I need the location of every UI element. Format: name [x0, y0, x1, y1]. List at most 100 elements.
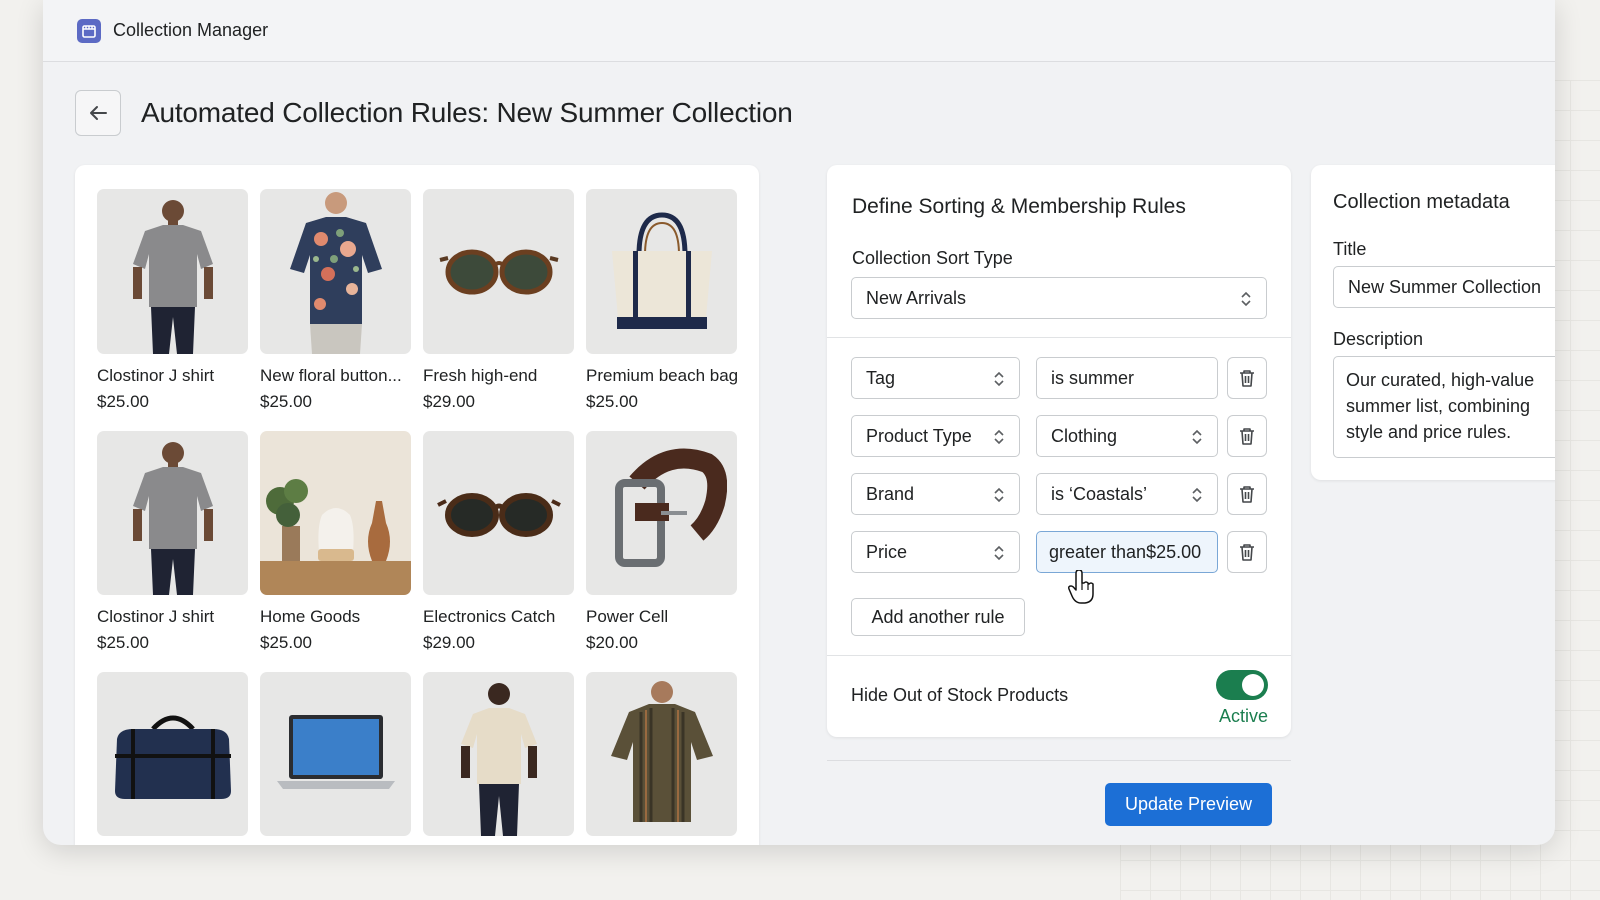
- metadata-title: Collection metadata: [1333, 191, 1510, 213]
- delete-rule-button[interactable]: [1227, 415, 1267, 457]
- rule-value-select[interactable]: Clothing: [1036, 415, 1218, 457]
- product-image-duffel-bag: [97, 672, 248, 836]
- product-price: $25.00: [260, 392, 312, 411]
- toggle-state-label: Active: [1218, 706, 1268, 726]
- product-name: Electronics Catch: [423, 607, 556, 626]
- rule-field-select[interactable]: Brand: [851, 473, 1020, 515]
- product-card[interactable]: Premium beach bag $25.00: [586, 189, 739, 412]
- product-image-dark-sunglasses: [423, 431, 574, 595]
- app-window: Collection Manager Automated Collection …: [43, 0, 1555, 845]
- rule-field-value: Product Type: [866, 425, 972, 446]
- app-title: Collection Manager: [113, 20, 269, 40]
- product-card[interactable]: Power Cell $20.00: [586, 431, 737, 653]
- trash-icon: [1240, 486, 1254, 503]
- product-preview-panel: Clostinor J shirt $25.00 New floral butt…: [75, 165, 759, 845]
- product-card[interactable]: Electronics Catch $29.00: [423, 431, 574, 653]
- arrow-left-icon: [90, 106, 107, 120]
- product-image-diffuser-vase: [260, 431, 411, 595]
- product-image-grey-tshirt: [97, 189, 248, 354]
- sort-type-label: Collection Sort Type: [852, 248, 1013, 268]
- product-image-cream-tshirt: [423, 672, 574, 836]
- product-image-tortoise-sunglasses: [423, 189, 574, 354]
- trash-icon: [1240, 428, 1254, 445]
- select-arrows-icon: [994, 487, 1004, 503]
- product-image-striped-shirt: [586, 672, 737, 836]
- select-arrows-icon: [994, 371, 1004, 387]
- product-card[interactable]: [97, 672, 248, 845]
- product-card[interactable]: Home Goods $25.00: [260, 431, 411, 653]
- product-price: $29.00: [423, 633, 475, 652]
- product-card[interactable]: Clostinor J shirt $25.00: [97, 431, 248, 653]
- product-price: $29.00: [423, 392, 475, 411]
- delete-rule-button[interactable]: [1227, 531, 1267, 573]
- product-price: $25.00: [260, 633, 312, 652]
- section-divider: [827, 655, 1291, 656]
- product-image-laptop: [260, 672, 411, 836]
- rule-row-brand: Brand is ‘Coastals’: [851, 473, 1267, 515]
- product-name: Power Cell: [586, 607, 669, 626]
- product-card[interactable]: [260, 672, 411, 845]
- rule-field-select[interactable]: Tag: [851, 357, 1020, 399]
- page-header: Automated Collection Rules: New Summer C…: [75, 90, 793, 136]
- hide-out-of-stock-toggle[interactable]: [1216, 670, 1268, 700]
- title-value: New Summer Collection: [1348, 276, 1542, 297]
- back-button[interactable]: [75, 90, 121, 136]
- product-card[interactable]: [586, 672, 737, 845]
- hand-cursor-icon: [1068, 570, 1094, 604]
- product-card[interactable]: [423, 672, 574, 845]
- product-image-floral-shirt: [260, 189, 411, 354]
- select-arrows-icon: [1192, 429, 1202, 445]
- top-bar: Collection Manager: [43, 0, 1555, 62]
- rule-field-value: Brand: [866, 483, 915, 504]
- rule-value-input[interactable]: is summer: [1036, 357, 1218, 399]
- description-value: Our curated, high-value summer list, com…: [1346, 370, 1535, 442]
- product-name: Fresh high-end: [423, 366, 538, 385]
- delete-rule-button[interactable]: [1227, 357, 1267, 399]
- product-name: Premium beach bag: [586, 366, 739, 385]
- product-price: $20.00: [586, 633, 638, 652]
- section-divider: [827, 337, 1291, 338]
- title-label: Title: [1333, 239, 1367, 259]
- footer-divider: [827, 760, 1291, 761]
- select-arrows-icon: [1192, 487, 1202, 503]
- product-price: $25.00: [97, 392, 149, 411]
- product-image-canvas-tote: [586, 189, 737, 354]
- sort-type-select[interactable]: New Arrivals: [851, 277, 1267, 319]
- select-arrows-icon: [994, 429, 1004, 445]
- product-grid: Clostinor J shirt $25.00 New floral butt…: [97, 189, 759, 845]
- product-name: New floral button...: [260, 366, 402, 385]
- delete-rule-button[interactable]: [1227, 473, 1267, 515]
- hide-out-of-stock-label: Hide Out of Stock Products: [851, 685, 1069, 705]
- product-name: Clostinor J shirt: [97, 366, 215, 385]
- rule-value-text: is summer: [1051, 367, 1135, 388]
- sort-type-value: New Arrivals: [866, 287, 967, 308]
- rule-value-input[interactable]: greater than$25.00: [1036, 531, 1218, 573]
- product-price: $25.00: [586, 392, 638, 411]
- update-preview-button[interactable]: Update Preview: [1105, 783, 1272, 826]
- rule-field-value: Price: [866, 541, 908, 562]
- rule-row-tag: Tag is summer: [851, 357, 1267, 399]
- rules-panel: Define Sorting & Membership Rules Collec…: [827, 165, 1291, 737]
- product-image-grey-tshirt: [97, 431, 248, 595]
- product-name: Home Goods: [260, 607, 361, 626]
- description-label: Description: [1333, 329, 1424, 349]
- rule-field-select[interactable]: Product Type: [851, 415, 1020, 457]
- rules-title: Define Sorting & Membership Rules: [852, 195, 1186, 218]
- product-card[interactable]: New floral button... $25.00: [260, 189, 411, 412]
- product-card[interactable]: Clostinor J shirt $25.00: [97, 189, 248, 412]
- title-input[interactable]: New Summer Collection: [1333, 266, 1555, 308]
- store-icon: [77, 18, 101, 43]
- rule-field-select[interactable]: Price: [851, 531, 1020, 573]
- trash-icon: [1240, 544, 1254, 561]
- trash-icon: [1240, 370, 1254, 387]
- metadata-panel: Collection metadata Title New Summer Col…: [1311, 165, 1555, 480]
- rule-value-text: is ‘Coastals’: [1051, 483, 1148, 504]
- description-textarea[interactable]: Our curated, high-value summer list, com…: [1333, 356, 1555, 458]
- rule-value-text: greater than$25.00: [1049, 541, 1202, 562]
- add-rule-button[interactable]: Add another rule: [851, 598, 1025, 636]
- product-image-leather-belt: [586, 431, 737, 595]
- page-title: Automated Collection Rules: New Summer C…: [141, 97, 793, 128]
- rule-value-select[interactable]: is ‘Coastals’: [1036, 473, 1218, 515]
- product-card[interactable]: Fresh high-end $29.00: [423, 189, 574, 412]
- select-arrows-icon: [994, 545, 1004, 561]
